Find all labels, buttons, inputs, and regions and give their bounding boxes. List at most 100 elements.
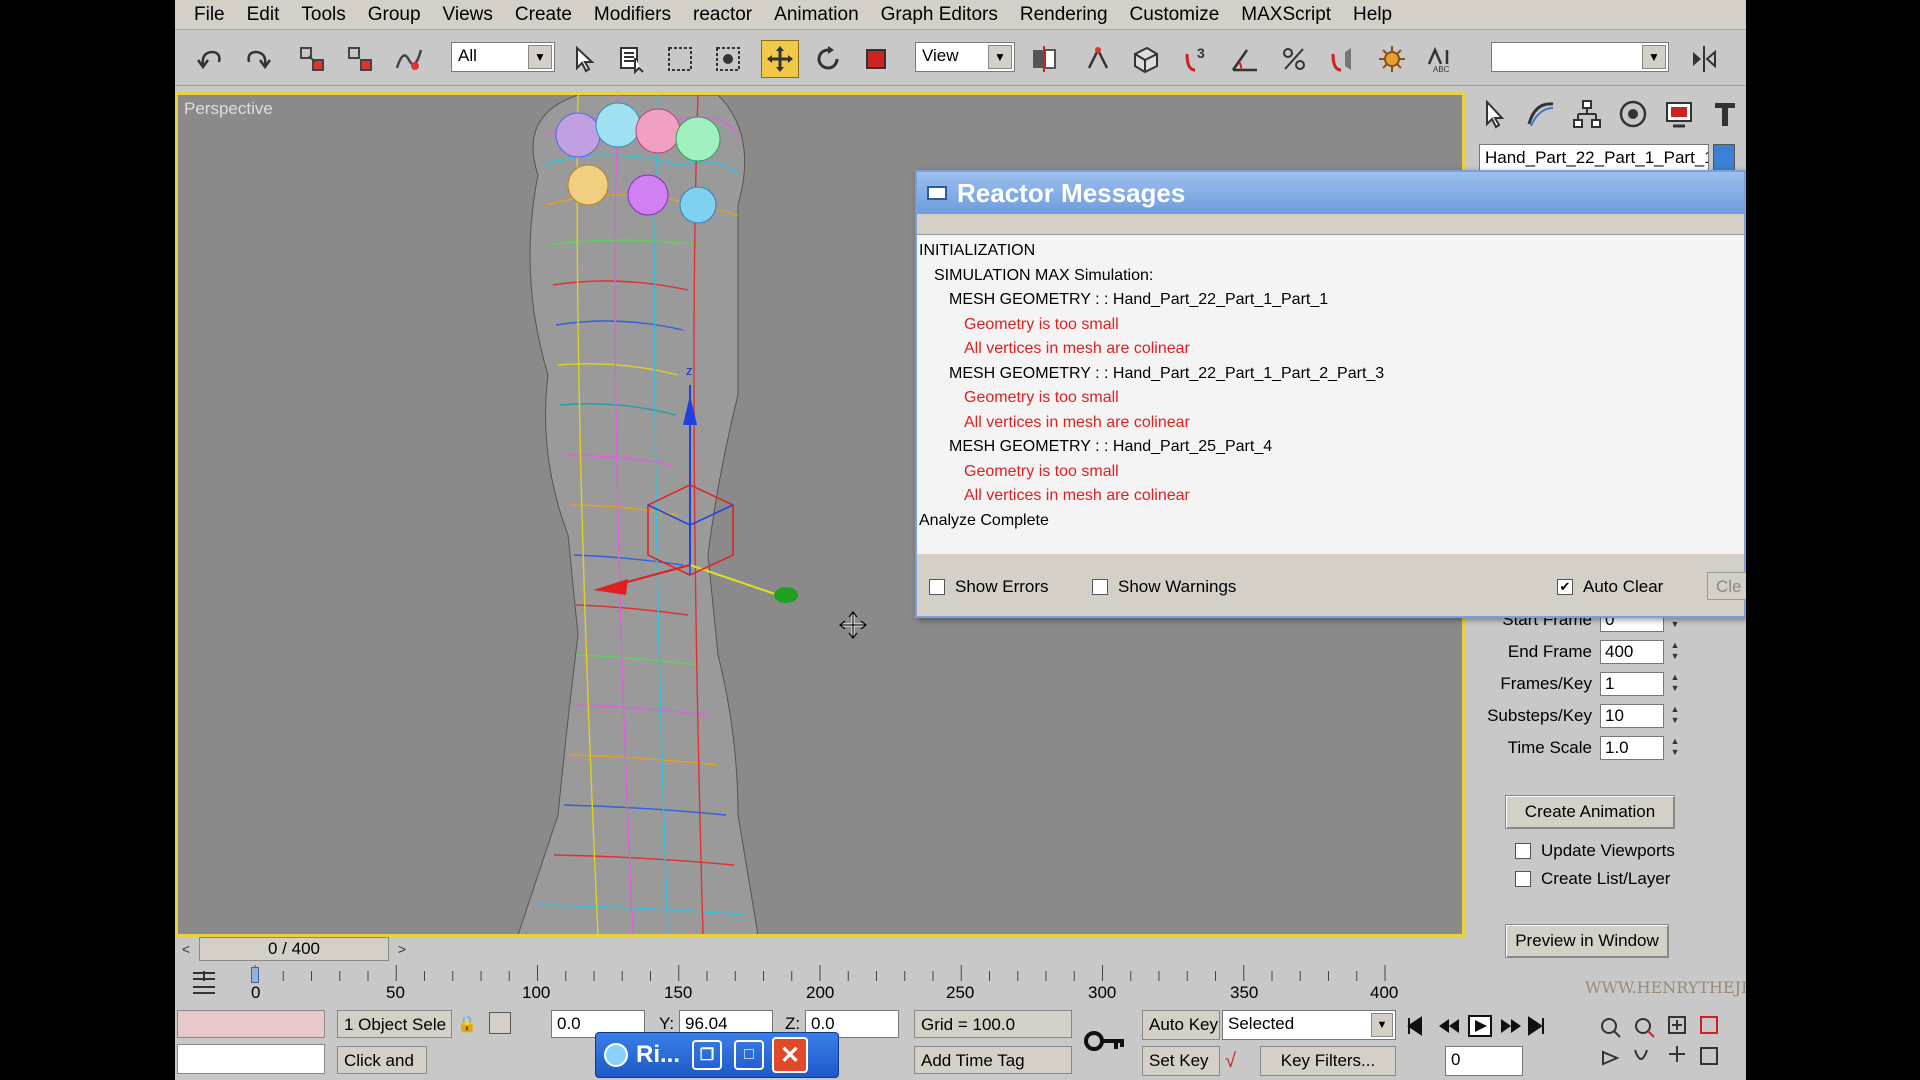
auto-key-button[interactable]: Auto Key bbox=[1142, 1010, 1220, 1040]
menu-tools[interactable]: Tools bbox=[290, 4, 356, 26]
utilities-tab-icon[interactable] bbox=[1705, 94, 1745, 134]
reference-coordinate-dropdown[interactable]: View ▼ bbox=[915, 42, 1015, 72]
dialog-footer: Show Errors Show Warnings ✔ Auto Clear Cl… bbox=[917, 567, 1746, 607]
tick-label: 0 bbox=[251, 983, 261, 1002]
render-scene-icon[interactable] bbox=[1373, 40, 1411, 78]
spinner-icon[interactable]: ▲▼ bbox=[1668, 736, 1682, 760]
angle-snap-icon[interactable] bbox=[1225, 40, 1263, 78]
select-and-link-icon[interactable] bbox=[293, 40, 331, 78]
pivot-center-icon[interactable] bbox=[1025, 40, 1063, 78]
bind-space-warp-icon[interactable] bbox=[389, 40, 427, 78]
keyboard-shortcut-override-icon[interactable] bbox=[1127, 40, 1165, 78]
dialog-titlebar[interactable]: Reactor Messages bbox=[917, 172, 1744, 214]
create-animation-button[interactable]: Create Animation bbox=[1505, 795, 1675, 829]
object-color-swatch[interactable] bbox=[1713, 144, 1735, 172]
chevron-right-icon[interactable]: > bbox=[391, 937, 413, 961]
close-icon[interactable]: ✕ bbox=[772, 1037, 809, 1073]
lock-icon[interactable]: 🔒 bbox=[457, 1014, 477, 1034]
spinner-icon[interactable]: ▲▼ bbox=[1668, 640, 1682, 664]
menu-animation[interactable]: Animation bbox=[763, 4, 870, 26]
time-slider[interactable]: < 0 / 400 > bbox=[175, 937, 1465, 961]
param-substeps-per-key: Substeps/Key 10 ▲ ▼ bbox=[1485, 702, 1682, 730]
current-frame-marker[interactable] bbox=[251, 967, 259, 983]
create-tab-icon[interactable] bbox=[1475, 94, 1515, 134]
add-time-tag-button[interactable]: Add Time Tag bbox=[914, 1046, 1072, 1074]
taskbar-label: Ri... bbox=[636, 1041, 681, 1068]
menu-rendering[interactable]: Rendering bbox=[1009, 4, 1119, 26]
select-by-name-icon[interactable] bbox=[613, 40, 651, 78]
taskbar-window-button[interactable]: Ri... ❐ □ ✕ bbox=[595, 1032, 839, 1078]
chevron-left-icon[interactable]: < bbox=[175, 937, 197, 961]
end-frame-input[interactable]: 400 bbox=[1600, 640, 1664, 664]
menu-views[interactable]: Views bbox=[432, 4, 504, 26]
app-logo-icon bbox=[604, 1043, 628, 1067]
maxscript-listener-white[interactable] bbox=[177, 1044, 325, 1074]
spinner-snap-icon[interactable] bbox=[1323, 40, 1361, 78]
current-frame-input[interactable]: 0 bbox=[1445, 1046, 1523, 1076]
hand-mesh[interactable] bbox=[517, 95, 759, 935]
selection-filter-dropdown[interactable]: All ▼ bbox=[451, 42, 555, 72]
key-tangent-icon[interactable]: √ bbox=[1225, 1050, 1236, 1073]
redo-icon[interactable] bbox=[239, 40, 277, 78]
spinner-icon[interactable]: ▲▼ bbox=[1668, 672, 1682, 696]
auto-clear-checkbox[interactable]: ✔ Auto Clear bbox=[1557, 577, 1663, 597]
select-and-rotate-icon[interactable] bbox=[809, 40, 847, 78]
param-label: Frames/Key bbox=[1500, 674, 1592, 693]
snaps-toggle-icon[interactable]: 3 bbox=[1177, 40, 1215, 78]
curve-editor-icon[interactable] bbox=[189, 969, 219, 997]
menu-graph-editors[interactable]: Graph Editors bbox=[870, 4, 1009, 26]
percent-snap-icon[interactable] bbox=[1275, 40, 1313, 78]
absolute-mode-icon[interactable] bbox=[489, 1012, 511, 1034]
clear-button[interactable]: Cle bbox=[1707, 572, 1746, 600]
menu-customize[interactable]: Customize bbox=[1119, 4, 1231, 26]
checkbox-label: Update Viewports bbox=[1541, 841, 1675, 860]
menu-reactor[interactable]: reactor bbox=[682, 4, 763, 26]
unlink-icon[interactable] bbox=[341, 40, 379, 78]
key-mode-dropdown[interactable]: Selected ▼ bbox=[1222, 1010, 1396, 1040]
select-and-scale-icon[interactable] bbox=[857, 40, 895, 78]
rectangular-selection-icon[interactable] bbox=[661, 40, 699, 78]
maximize-icon[interactable]: □ bbox=[734, 1040, 765, 1070]
menu-group[interactable]: Group bbox=[357, 4, 432, 26]
frames-per-key-input[interactable]: 1 bbox=[1600, 672, 1664, 696]
spinner-icon[interactable]: ▲▼ bbox=[1668, 704, 1682, 728]
update-viewports-checkbox[interactable]: Update Viewports bbox=[1515, 841, 1675, 861]
maxscript-listener-pink[interactable] bbox=[177, 1010, 325, 1038]
time-scale-input[interactable]: 1.0 bbox=[1600, 736, 1664, 760]
messages-list[interactable]: INITIALIZATION SIMULATION MAX Simulation… bbox=[917, 234, 1744, 554]
named-selection-sets-dropdown[interactable]: ▼ bbox=[1491, 42, 1669, 72]
menu-create[interactable]: Create bbox=[504, 4, 583, 26]
set-key-button[interactable]: Set Key bbox=[1142, 1046, 1220, 1076]
key-icon[interactable] bbox=[1080, 1016, 1130, 1066]
track-ticks bbox=[254, 965, 1386, 981]
restore-icon[interactable]: ❐ bbox=[692, 1040, 723, 1070]
3dsmax-window: File Edit Tools Group Views Create Modif… bbox=[175, 0, 1746, 1080]
modify-tab-icon[interactable] bbox=[1521, 94, 1561, 134]
quick-render-icon[interactable]: ABC bbox=[1421, 40, 1459, 78]
motion-tab-icon[interactable] bbox=[1613, 94, 1653, 134]
show-errors-checkbox[interactable]: Show Errors bbox=[929, 577, 1049, 597]
undo-icon[interactable] bbox=[191, 40, 229, 78]
substeps-per-key-input[interactable]: 10 bbox=[1600, 704, 1664, 728]
create-list-layer-checkbox[interactable]: Create List/Layer bbox=[1515, 869, 1670, 889]
select-and-move-icon[interactable] bbox=[761, 40, 799, 78]
display-tab-icon[interactable] bbox=[1659, 94, 1699, 134]
show-warnings-checkbox[interactable]: Show Warnings bbox=[1092, 577, 1236, 597]
param-label: Time Scale bbox=[1507, 738, 1592, 757]
select-object-icon[interactable] bbox=[565, 40, 603, 78]
menu-file[interactable]: File bbox=[183, 4, 236, 26]
hierarchy-tab-icon[interactable] bbox=[1567, 94, 1607, 134]
gizmo-z-label: z bbox=[686, 363, 693, 378]
time-slider-thumb[interactable]: 0 / 400 bbox=[199, 937, 389, 961]
menu-edit[interactable]: Edit bbox=[236, 4, 291, 26]
key-filters-button[interactable]: Key Filters... bbox=[1260, 1046, 1396, 1076]
preview-in-window-button[interactable]: Preview in Window bbox=[1505, 924, 1669, 958]
object-name-field[interactable]: Hand_Part_22_Part_1_Part_1 bbox=[1479, 144, 1709, 172]
mirror-icon[interactable] bbox=[1685, 40, 1723, 78]
menu-modifiers[interactable]: Modifiers bbox=[583, 4, 682, 26]
window-crossing-icon[interactable] bbox=[709, 40, 747, 78]
select-and-manipulate-icon[interactable] bbox=[1079, 40, 1117, 78]
menu-help[interactable]: Help bbox=[1342, 4, 1403, 26]
menu-maxscript[interactable]: MAXScript bbox=[1230, 4, 1342, 26]
track-bar[interactable]: 0 50 100 150 200 250 300 350 400 bbox=[175, 961, 1746, 1006]
